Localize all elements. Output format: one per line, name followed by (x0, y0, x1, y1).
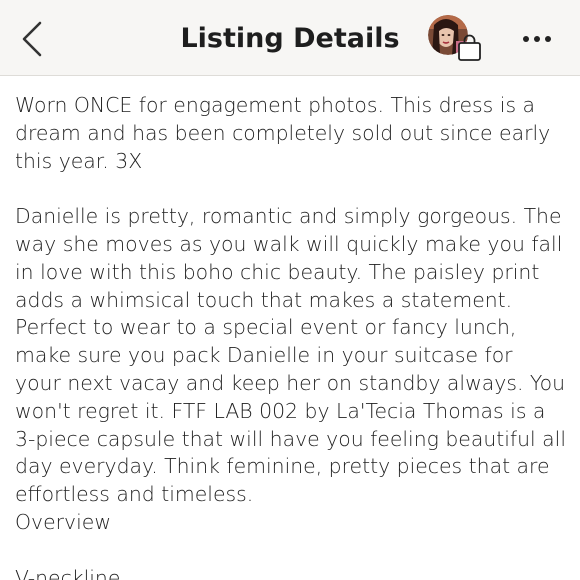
shopping-bag-icon (457, 34, 483, 62)
description-line: Perfect to wear to a special event or fa… (15, 315, 517, 340)
description-line: in love with this boho chic beauty. The … (15, 259, 540, 284)
more-options-button[interactable] (514, 20, 560, 58)
description-line: dream and has been completely sold out s… (15, 120, 551, 145)
overview-heading: Overview (15, 509, 111, 534)
description-line: way she moves as you walk will quickly m… (15, 231, 563, 256)
app-header: Listing Details (0, 0, 580, 76)
description-line: effortless and timeless. (15, 482, 254, 507)
more-horizontal-icon-dot (545, 36, 551, 42)
description-line: your next vacay and keep her on standby … (15, 370, 566, 395)
description-line: this year. 3X (15, 148, 143, 173)
more-horizontal-icon-dot (534, 36, 540, 42)
listing-description: Worn ONCE for engagement photos. This dr… (15, 92, 571, 580)
description-line: 3-piece capsule that will have you feeli… (15, 426, 566, 451)
description-line: make sure you pack Danielle in your suit… (15, 343, 513, 368)
description-line: won't regret it. FTF LAB 002 by La'Tecia… (15, 398, 546, 423)
description-line: Worn ONCE for engagement photos. This dr… (15, 93, 536, 117)
back-button[interactable] (12, 14, 52, 64)
chevron-left-icon (22, 21, 42, 57)
description-line: Danielle is pretty, romantic and simply … (15, 204, 562, 229)
more-horizontal-icon (523, 36, 529, 42)
description-line: day everyday. Think feminine, pretty pie… (15, 454, 550, 479)
my-shop-button[interactable] (428, 15, 486, 63)
description-line: adds a whimsical touch that makes a stat… (15, 287, 513, 312)
description-line: V-neckline (15, 565, 121, 580)
page-title: Listing Details (180, 22, 400, 54)
